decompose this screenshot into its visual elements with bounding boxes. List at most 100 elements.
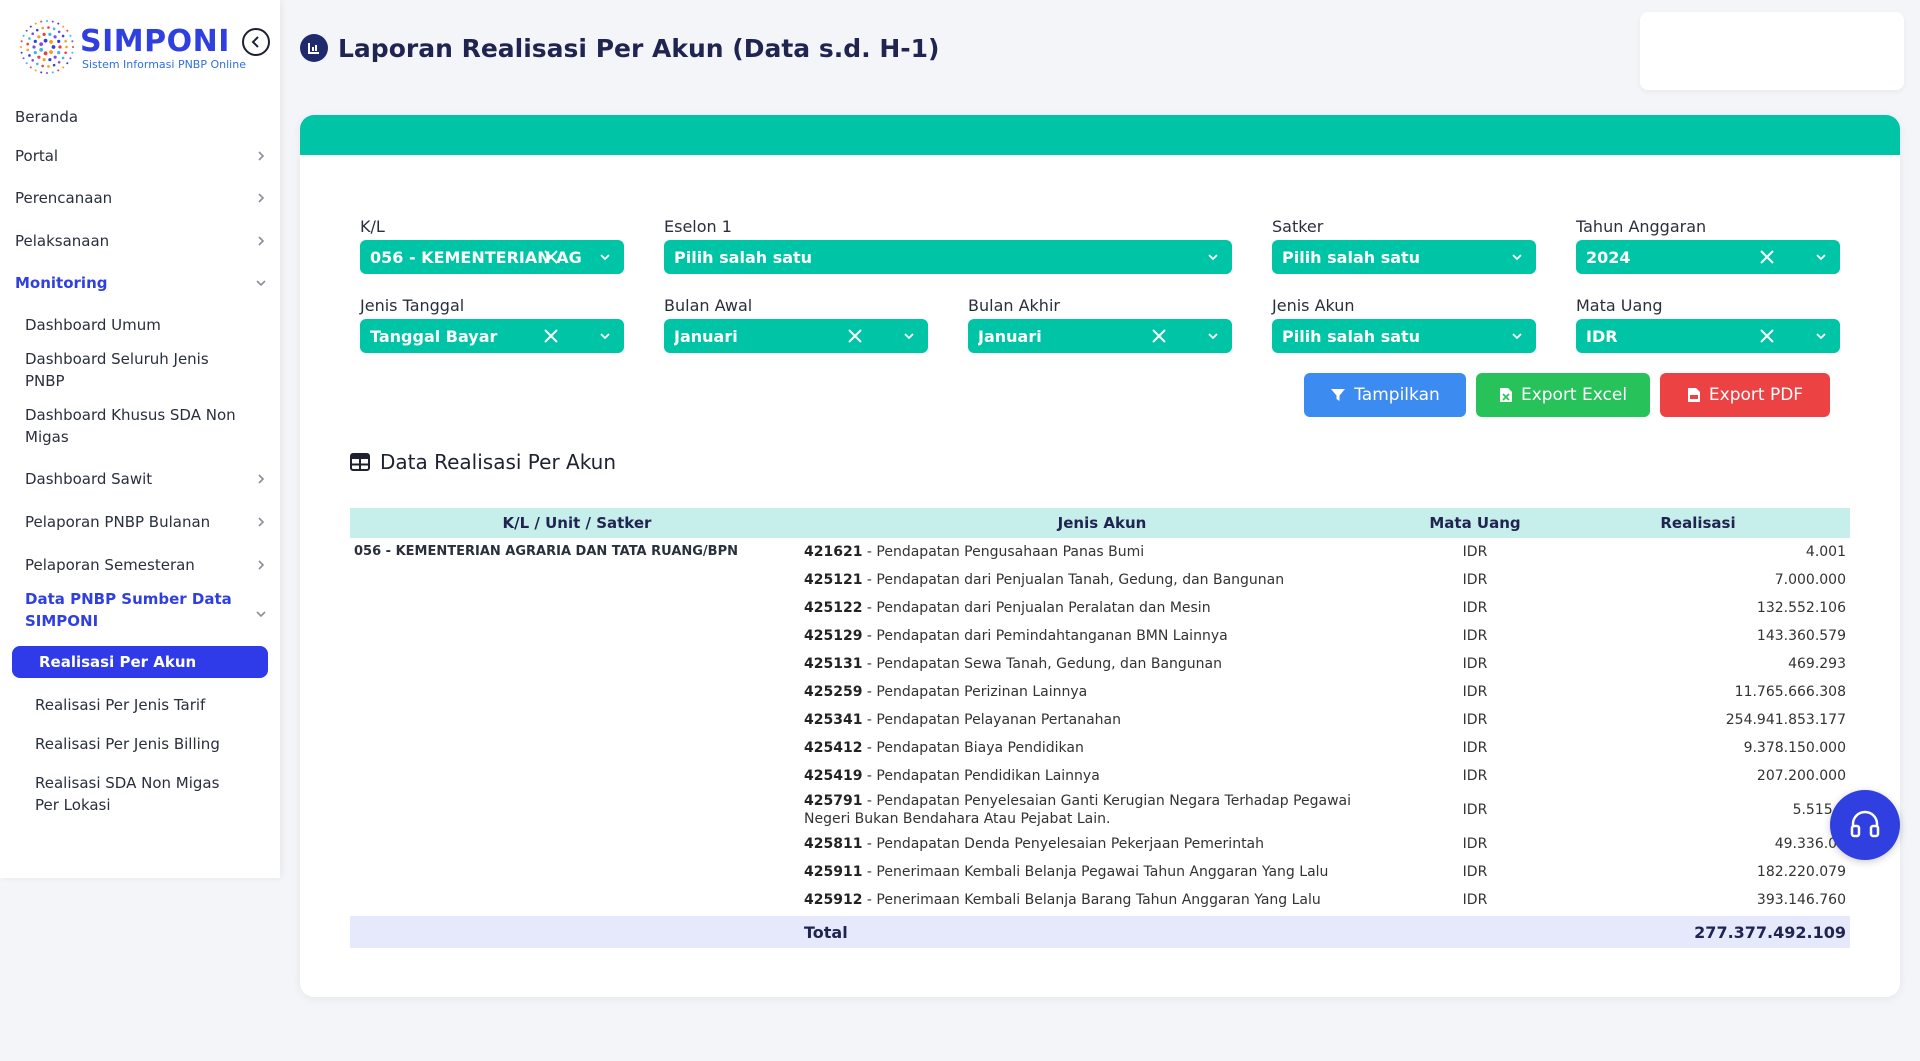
filter-satker: Satker Pilih salah satu <box>1272 217 1536 274</box>
clear-icon[interactable] <box>1758 327 1776 345</box>
account-name: - Pendapatan Sewa Tanah, Gedung, dan Ban… <box>862 656 1222 672</box>
sidebar-item-label: Dashboard Umum <box>25 316 161 334</box>
clear-icon[interactable] <box>542 248 560 266</box>
export-pdf-button[interactable]: Export PDF <box>1660 373 1830 417</box>
sidebar-item[interactable]: Data PNBP Sumber Data SIMPONI <box>0 586 280 642</box>
eselon1-select[interactable]: Pilih salah satu <box>664 240 1232 274</box>
jenis-akun-select[interactable]: Pilih salah satu <box>1272 319 1536 353</box>
filter-icon <box>1331 389 1346 401</box>
sidebar-item[interactable]: Realisasi Per Jenis Billing <box>0 726 280 770</box>
sidebar-item[interactable]: Dashboard Khusus SDA Non Migas <box>0 402 280 458</box>
jenis-akun-select-value: Pilih salah satu <box>1282 326 1421 346</box>
sidebar-nav: Beranda Portal Perencanaan Pelaksanaan Monit… <box>0 100 280 826</box>
export-excel-button[interactable]: Export Excel <box>1476 373 1650 417</box>
cell-jenis-akun: 421621 - Pendapatan Pengusahaan Panas Bu… <box>800 544 1400 560</box>
sidebar-item[interactable]: Realisasi Per Akun <box>12 646 268 678</box>
account-code: 425412 <box>804 740 863 756</box>
cell-currency: IDR <box>1462 656 1488 672</box>
clear-icon[interactable] <box>846 327 864 345</box>
kl-select[interactable]: 056 - KEMENTERIAN AG <box>360 240 624 274</box>
cell-jenis-akun: 425912 - Penerimaan Kembali Belanja Bara… <box>800 892 1400 908</box>
report-icon <box>300 34 328 62</box>
sidebar-item[interactable]: Pelaporan Semesteran <box>0 543 280 586</box>
table-row: 425811 - Pendapatan Denda Penyelesaian P… <box>350 830 1850 858</box>
jenis-tanggal-select[interactable]: Tanggal Bayar <box>360 319 624 353</box>
chevron-down-icon <box>600 333 610 340</box>
collapse-sidebar-button[interactable] <box>242 28 270 56</box>
cell-amount: 5.515.6 <box>1792 802 1846 818</box>
sidebar-item[interactable]: Monitoring <box>0 262 280 304</box>
chevron-right-icon <box>258 516 265 527</box>
table-row: 425122 - Pendapatan dari Penjualan Peral… <box>350 594 1850 622</box>
filter-jenis-tanggal-label: Jenis Tanggal <box>360 296 465 315</box>
sidebar-item[interactable]: Pelaksanaan <box>0 219 280 262</box>
brand-subtitle: Sistem Informasi PNBP Online <box>82 58 246 71</box>
satker-select[interactable]: Pilih salah satu <box>1272 240 1536 274</box>
sidebar-item[interactable]: Dashboard Umum <box>0 304 280 346</box>
cell-amount: 7.000.000 <box>1774 572 1846 588</box>
sidebar-item[interactable]: Dashboard Seluruh Jenis PNBP <box>0 346 280 402</box>
cell-currency: IDR <box>1462 684 1488 700</box>
filter-mata-uang-label: Mata Uang <box>1576 296 1663 315</box>
tahun-select[interactable]: 2024 <box>1576 240 1840 274</box>
account-name: - Pendapatan Denda Penyelesaian Pekerjaa… <box>862 836 1265 852</box>
filter-kl: K/L 056 - KEMENTERIAN AG <box>360 217 624 274</box>
brand-name: SIMPONI <box>80 24 230 59</box>
sidebar-item[interactable]: Portal <box>0 134 280 177</box>
mata-uang-select-value: IDR <box>1586 326 1618 346</box>
chevron-down-icon <box>600 254 610 261</box>
bulan-awal-select[interactable]: Januari <box>664 319 928 353</box>
chevron-down-icon <box>256 280 266 287</box>
tahun-select-value: 2024 <box>1586 247 1631 267</box>
sidebar-item-label: Dashboard Seluruh Jenis PNBP <box>25 350 209 390</box>
account-code: 425341 <box>804 712 863 728</box>
sidebar-item[interactable]: Dashboard Sawit <box>0 458 280 500</box>
header-realisasi: Realisasi <box>1660 514 1736 532</box>
account-code: 425129 <box>804 628 863 644</box>
sidebar-item[interactable]: Beranda <box>0 100 280 134</box>
bulan-akhir-select[interactable]: Januari <box>968 319 1232 353</box>
sidebar-item[interactable]: Perencanaan <box>0 177 280 219</box>
filter-tahun: Tahun Anggaran 2024 <box>1576 217 1840 274</box>
sidebar-item[interactable]: Pelaporan PNBP Bulanan <box>0 500 280 543</box>
logo[interactable]: SIMPONI Sistem Informasi PNBP Online <box>18 18 248 78</box>
sidebar-item-label: Pelaporan PNBP Bulanan <box>25 512 211 531</box>
account-name: - Pendapatan Pendidikan Lainnya <box>862 768 1100 784</box>
cell-amount: 182.220.079 <box>1756 864 1846 880</box>
total-label: Total <box>804 922 848 942</box>
chevron-down-icon <box>1208 333 1218 340</box>
clear-icon[interactable] <box>542 327 560 345</box>
chevron-down-icon <box>1512 254 1522 261</box>
table-row: 425912 - Penerimaan Kembali Belanja Bara… <box>350 886 1850 914</box>
help-button[interactable] <box>1830 790 1900 860</box>
satker-select-value: Pilih salah satu <box>1282 247 1421 267</box>
mata-uang-select[interactable]: IDR <box>1576 319 1840 353</box>
chevron-right-icon <box>258 193 265 203</box>
table-icon <box>350 453 370 471</box>
filter-tahun-label: Tahun Anggaran <box>1576 217 1707 236</box>
table-row: 056 - KEMENTERIAN AGRARIA DAN TATA RUANG… <box>350 538 1850 566</box>
clear-icon[interactable] <box>1150 327 1168 345</box>
filter-bulan-akhir: Bulan Akhir Januari <box>968 296 1232 353</box>
cell-jenis-akun: 425791 - Pendapatan Penyelesaian Ganti K… <box>800 792 1400 828</box>
account-code: 421621 <box>804 544 863 560</box>
sidebar-item[interactable]: Realisasi Per Jenis Tarif <box>0 684 280 726</box>
cell-currency: IDR <box>1462 740 1488 756</box>
sidebar-item-label: Realisasi Per Jenis Tarif <box>35 696 206 714</box>
table-row: 425121 - Pendapatan dari Penjualan Tanah… <box>350 566 1850 594</box>
sidebar-item-label: Portal <box>15 146 59 165</box>
realisasi-table: K/L / Unit / Satker Jenis Akun Mata Uang… <box>350 508 1850 948</box>
show-button[interactable]: Tampilkan <box>1304 373 1466 417</box>
sidebar-item-label: Beranda <box>15 108 79 126</box>
show-button-label: Tampilkan <box>1354 385 1440 405</box>
table-row: 425911 - Penerimaan Kembali Belanja Pega… <box>350 858 1850 886</box>
simponi-logo-icon <box>20 20 74 74</box>
cell-currency: IDR <box>1462 600 1488 616</box>
header-mata-uang: Mata Uang <box>1429 514 1521 532</box>
clear-icon[interactable] <box>1758 248 1776 266</box>
sidebar-item[interactable]: Realisasi SDA Non Migas Per Lokasi <box>0 770 280 826</box>
total-row: Total 277.377.492.109 <box>350 916 1850 948</box>
chevron-left-icon <box>251 36 259 48</box>
cell-jenis-akun: 425412 - Pendapatan Biaya Pendidikan <box>800 740 1400 756</box>
chevron-right-icon <box>258 474 265 484</box>
